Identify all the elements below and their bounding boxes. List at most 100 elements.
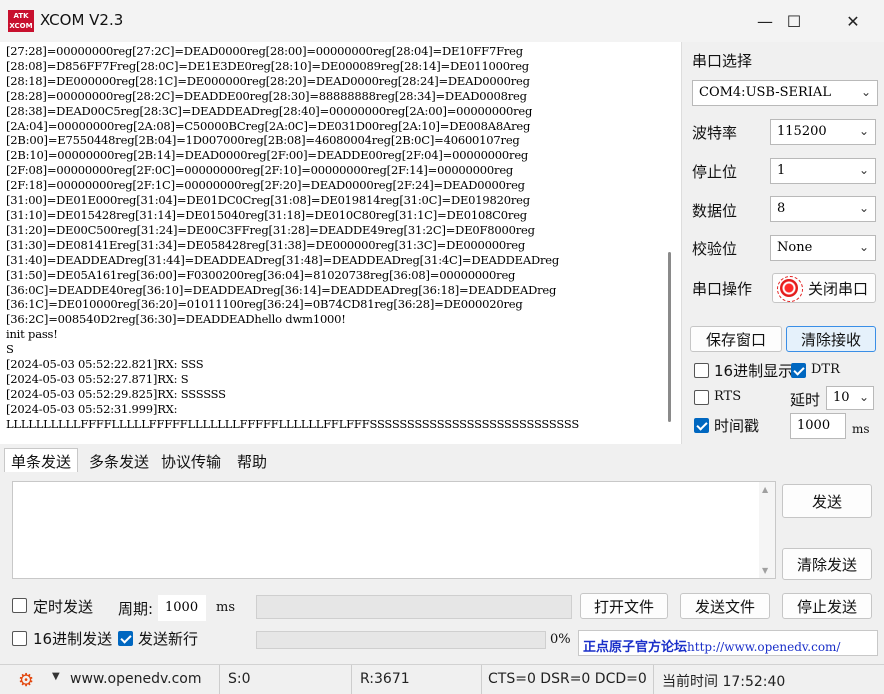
- receive-line: [2B:10]=00000000reg[2B:14]=DEAD0000reg[2…: [6, 148, 529, 163]
- close-port-button[interactable]: 关闭串口: [772, 273, 876, 303]
- receive-scroll-thumb[interactable]: [668, 252, 671, 422]
- hex-send-label: 16进制发送: [33, 630, 113, 648]
- chevron-down-icon: ⌄: [858, 390, 869, 404]
- timestamp-checkbox[interactable]: [694, 418, 709, 433]
- send-file-button[interactable]: 发送文件: [680, 593, 770, 619]
- receive-log: [27:28]=00000000reg[27:2C]=DEAD0000reg[2…: [6, 44, 658, 432]
- parity-value: None: [777, 240, 813, 255]
- port-select-value: COM4:USB-SERIAL: [699, 85, 831, 100]
- scroll-down-icon[interactable]: ▼: [762, 566, 768, 575]
- stopbits-value: 1: [777, 163, 786, 178]
- send-textarea[interactable]: ▲ ▼: [12, 481, 776, 579]
- save-window-button[interactable]: 保存窗口: [690, 326, 782, 352]
- timestamp-ms-label: ms: [852, 422, 870, 436]
- timed-send-checkbox[interactable]: [12, 598, 27, 613]
- dtr-label: DTR: [811, 362, 840, 377]
- receive-line: [2F:08]=00000000reg[2F:0C]=00000000reg[2…: [6, 163, 514, 178]
- timestamp-label: 时间戳: [714, 417, 760, 435]
- title-bar: ATK XCOM XCOM V2.3 — ☐ ✕: [0, 0, 884, 42]
- receive-line: [31:40]=DEADDEADreg[31:44]=DEADDEADreg[3…: [6, 252, 560, 267]
- tab-single-send[interactable]: 单条发送: [4, 448, 78, 472]
- send-newline-checkbox[interactable]: [118, 631, 133, 646]
- chevron-down-icon: ⌄: [858, 124, 869, 138]
- receive-line: [2024-05-03 05:52:31.999]RX:: [6, 401, 178, 416]
- led-icon: [776, 276, 803, 302]
- parity-select[interactable]: None ⌄: [770, 235, 876, 261]
- status-bar: ⚙ ▼ www.openedv.com S:0 R:3671 CTS=0 DSR…: [0, 664, 884, 694]
- forum-link[interactable]: 正点原子官方论坛http://www.openedv.com/: [578, 630, 878, 656]
- open-file-button[interactable]: 打开文件: [580, 593, 668, 619]
- forum-text: 正点原子官方论坛: [583, 640, 688, 655]
- tab-multi-send[interactable]: 多条发送: [82, 448, 156, 472]
- hex-display-label: 16进制显示: [714, 362, 794, 380]
- period-ms-label: ms: [216, 600, 235, 615]
- receive-line: [2024-05-03 05:52:22.821]RX: SSS: [6, 357, 204, 372]
- chevron-down-icon[interactable]: ▼: [52, 671, 60, 682]
- delay-label: 延时: [790, 391, 821, 409]
- chevron-down-icon: ⌄: [858, 240, 869, 254]
- forum-url: http://www.openedv.com/: [687, 640, 841, 654]
- send-file-path-bar: [256, 595, 572, 619]
- tab-protocol[interactable]: 协议传输: [158, 448, 224, 472]
- rts-checkbox[interactable]: [694, 390, 709, 405]
- send-scrollbar[interactable]: ▲ ▼: [759, 482, 775, 578]
- receive-line: [28:28]=00000000reg[28:2C]=DEADDE00reg[2…: [6, 88, 527, 103]
- port-select[interactable]: COM4:USB-SERIAL ⌄: [692, 80, 878, 106]
- databits-label: 数据位: [692, 202, 738, 220]
- hex-send-checkbox[interactable]: [12, 631, 27, 646]
- receive-textarea[interactable]: [27:28]=00000000reg[27:2C]=DEAD0000reg[2…: [0, 42, 682, 444]
- baud-value: 115200: [777, 124, 827, 139]
- databits-value: 8: [777, 201, 786, 216]
- close-button[interactable]: ✕: [830, 0, 876, 42]
- receive-line: [31:50]=DE05A161reg[36:00]=F0300200reg[3…: [6, 267, 516, 282]
- send-progress-bar: [256, 631, 546, 649]
- receive-line: [28:18]=DE000000reg[28:1C]=DE000000reg[2…: [6, 73, 530, 88]
- dtr-checkbox[interactable]: [791, 363, 806, 378]
- rts-label: RTS: [714, 389, 742, 404]
- send-button[interactable]: 发送: [782, 484, 872, 518]
- databits-select[interactable]: 8 ⌄: [770, 196, 876, 222]
- close-port-label: 关闭串口: [807, 279, 868, 298]
- receive-line: [31:20]=DE00C500reg[31:24]=DE00C3FFreg[3…: [6, 222, 535, 237]
- clear-send-button[interactable]: 清除发送: [782, 548, 872, 580]
- timestamp-input[interactable]: 1000: [790, 413, 846, 439]
- receive-line: [2F:18]=00000000reg[2F:1C]=00000000reg[2…: [6, 178, 525, 193]
- app-logo: ATK XCOM: [8, 10, 34, 32]
- receive-scrollbar[interactable]: [664, 44, 676, 442]
- delay-select[interactable]: 10 ⌄: [826, 386, 874, 410]
- baud-label: 波特率: [692, 124, 738, 142]
- receive-line: [2B:00]=E7550448reg[2B:04]=1D007000reg[2…: [6, 133, 520, 148]
- stopbits-select[interactable]: 1 ⌄: [770, 158, 876, 184]
- parity-label: 校验位: [692, 240, 738, 258]
- window-title: XCOM V2.3: [40, 11, 124, 29]
- baud-select[interactable]: 115200 ⌄: [770, 119, 876, 145]
- status-received: R:3671: [354, 665, 482, 694]
- receive-line: [2A:04]=00000000reg[2A:08]=C50000BCreg[2…: [6, 118, 531, 133]
- clear-receive-button[interactable]: 清除接收: [786, 326, 876, 352]
- receive-line: init pass!: [6, 327, 58, 342]
- port-op-label: 串口操作: [692, 280, 753, 298]
- status-site[interactable]: www.openedv.com: [64, 665, 220, 694]
- chevron-down-icon: ⌄: [860, 85, 871, 99]
- hex-display-checkbox[interactable]: [694, 363, 709, 378]
- maximize-button[interactable]: ☐: [771, 0, 817, 42]
- period-input[interactable]: 1000: [158, 595, 206, 621]
- port-select-label: 串口选择: [692, 52, 753, 70]
- receive-line: [2024-05-03 05:52:29.825]RX: SSSSSS: [6, 386, 226, 401]
- receive-line: [28:08]=D856FF7Freg[28:0C]=DE1E3DE0reg[2…: [6, 58, 529, 73]
- delay-value: 10: [833, 390, 850, 405]
- receive-line: [31:30]=DE08141Ereg[31:34]=DE058428reg[3…: [6, 237, 526, 252]
- gear-icon[interactable]: ⚙: [18, 670, 34, 691]
- receive-line: [31:10]=DE015428reg[31:14]=DE015040reg[3…: [6, 207, 527, 222]
- receive-line: [31:00]=DE01E000reg[31:04]=DE01DC0Creg[3…: [6, 193, 530, 208]
- receive-line: [28:38]=DEAD00C5reg[28:3C]=DEADDEADreg[2…: [6, 103, 533, 118]
- receive-line: [27:28]=00000000reg[27:2C]=DEAD0000reg[2…: [6, 44, 523, 58]
- tab-help[interactable]: 帮助: [228, 448, 276, 472]
- send-newline-label: 发送新行: [138, 630, 199, 648]
- timed-send-label: 定时发送: [33, 598, 94, 616]
- receive-line: [2024-05-03 05:52:27.871]RX: S: [6, 371, 189, 386]
- scroll-up-icon[interactable]: ▲: [762, 485, 768, 494]
- receive-line: [36:2C]=008540D2reg[36:30]=DEADDEADhello…: [6, 312, 346, 327]
- stop-send-button[interactable]: 停止发送: [782, 593, 872, 619]
- stopbits-label: 停止位: [692, 163, 738, 181]
